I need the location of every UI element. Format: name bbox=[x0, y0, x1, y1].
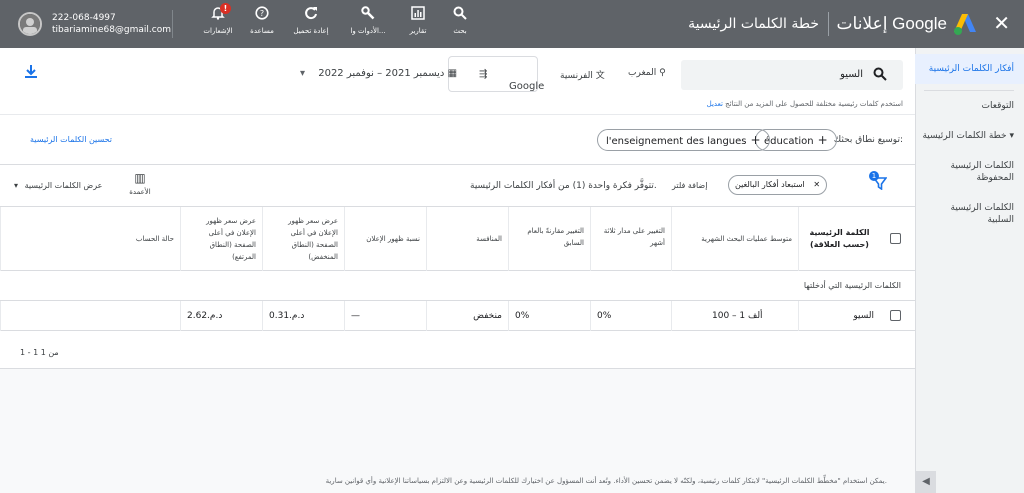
dropdown-arrow-icon: ▾ bbox=[14, 181, 19, 190]
refine-chip-language-teaching[interactable]: l'enseignement des langues + bbox=[597, 129, 770, 151]
google-ads-logo bbox=[954, 14, 976, 35]
cell-competition: منخفض bbox=[426, 301, 508, 331]
sidebar-divider bbox=[924, 90, 1014, 91]
columns-icon: ▥ bbox=[134, 171, 146, 185]
pagination-label: 1 - 1 من 1 bbox=[20, 348, 59, 357]
cell-bid-high: د.م.‏2.62 bbox=[180, 301, 262, 331]
account-email: tibariamine68@gmail.com bbox=[52, 25, 172, 35]
dropdown-arrow-icon: ▾ bbox=[300, 68, 306, 79]
title-divider bbox=[828, 12, 829, 36]
plus-icon: + bbox=[750, 133, 761, 147]
notifications-label: الإشعارات bbox=[203, 27, 233, 35]
date-range-selector[interactable]: ▾ ديسمبر 2021 – نوفمبر 2022 ▦ bbox=[300, 68, 457, 79]
refine-label: توسيع نطاق بحثك: bbox=[833, 135, 903, 145]
cell-account-status bbox=[0, 301, 180, 331]
columns-button[interactable]: ▥ الأعمدة bbox=[128, 171, 152, 196]
tools-settings-button[interactable]: الأدوات وا... bbox=[338, 6, 398, 36]
cell-impression-share: — bbox=[344, 301, 426, 331]
download-icon[interactable] bbox=[24, 64, 38, 82]
product-name: إعلانات Google bbox=[836, 14, 947, 33]
page-title: خطة الكلمات الرئيسية bbox=[688, 16, 819, 32]
plus-icon: + bbox=[817, 133, 828, 147]
footer-disclaimer: يمكن استخدام "مخطِّط الكلمات الرئيسية" ل… bbox=[325, 477, 887, 485]
edit-link[interactable]: تعديل bbox=[707, 100, 723, 108]
chevron-left-icon[interactable]: ◀ bbox=[916, 471, 936, 493]
view-keywords-dropdown[interactable]: ▾ عرض الكلمات الرئيسية bbox=[14, 181, 102, 190]
search-panel: السيو المغرب ⚲ الفرنسية 文 Google ⇶ ▾ ديس… bbox=[0, 48, 915, 166]
sidebar-item-saved-keywords[interactable]: الكلمات الرئيسية المحفوظة bbox=[924, 160, 1014, 184]
calendar-icon: ▦ bbox=[447, 68, 458, 79]
language-label: الفرنسية bbox=[560, 71, 593, 81]
close-icon[interactable]: ✕ bbox=[813, 180, 820, 189]
cell-keyword: السيو bbox=[798, 301, 880, 331]
close-icon[interactable]: ✕ bbox=[993, 13, 1010, 33]
location-label: المغرب bbox=[628, 68, 657, 78]
sidebar-item-keyword-ideas[interactable]: أفكار الكلمات الرئيسية bbox=[915, 54, 1024, 84]
search-icon bbox=[873, 67, 887, 84]
top-bar: ✕ إعلانات Google خطة الكلمات الرئيسية بح… bbox=[0, 0, 1024, 48]
header-yoy-change[interactable]: التغيير مقارنةً بالعام السابق bbox=[508, 207, 590, 271]
exclude-adult-chip[interactable]: استبعاد أفكار البالغين ✕ bbox=[728, 175, 828, 195]
location-pin-icon: ⚲ bbox=[659, 68, 666, 78]
cell-avg-searches: 100 – 1 ألف bbox=[671, 301, 798, 331]
avatar[interactable] bbox=[18, 12, 42, 36]
sidebar-item-keyword-plan-label: خطة الكلمات الرئيسية bbox=[922, 131, 1007, 141]
keyword-ideas-table: 1 استبعاد أفكار البالغين ✕ إضافة فلتر تت… bbox=[0, 164, 915, 369]
notifications-button[interactable]: ! الإشعارات bbox=[188, 3, 248, 36]
header-bid-high[interactable]: عرض سعر ظهور الإعلان في أعلى الصفحة (الن… bbox=[180, 207, 262, 271]
filter-bar: 1 استبعاد أفكار البالغين ✕ إضافة فلتر تت… bbox=[0, 165, 915, 207]
chip-label: l'enseignement des langues bbox=[606, 136, 747, 147]
refine-row: توسيع نطاق بحثك: éducation + l'enseigneme… bbox=[0, 114, 915, 162]
account-id: 222-068-4997 bbox=[52, 13, 116, 23]
caret-down-icon: ▾ bbox=[1009, 131, 1014, 141]
location-selector[interactable]: المغرب ⚲ bbox=[628, 68, 666, 78]
select-all-checkbox[interactable] bbox=[890, 233, 901, 244]
header-impression-share[interactable]: نسبة ظهور الإعلان bbox=[344, 207, 426, 271]
results-summary: تتوفَّر فكرة واحدة (1) من أفكار الكلمات … bbox=[470, 181, 657, 191]
search-engine-label: Google ⇶ bbox=[479, 69, 545, 92]
columns-label: الأعمدة bbox=[129, 188, 151, 196]
language-selector[interactable]: الفرنسية 文 bbox=[560, 68, 605, 81]
search-hint: استخدم كلمات رئيسية مختلفة للحصول على ال… bbox=[707, 100, 903, 108]
refine-keywords-link[interactable]: تحسين الكلمات الرئيسية bbox=[30, 135, 112, 144]
cell-three-month-change: 0% bbox=[590, 301, 671, 331]
header-competition[interactable]: المنافسة bbox=[426, 207, 508, 271]
search-query: السيو bbox=[840, 69, 863, 80]
header-keyword[interactable]: الكلمة الرئيسية (حسب العلاقة) bbox=[798, 207, 880, 271]
chip-label: éducation bbox=[764, 136, 814, 147]
group-label: الكلمات الرئيسية التي أدخلتها bbox=[803, 281, 901, 290]
search-engine-selector[interactable]: Google ⇶ bbox=[448, 56, 545, 92]
header-account-status[interactable]: حالة الحساب bbox=[0, 207, 180, 271]
account-info[interactable]: 222-068-4997 tibariamine68@gmail.com bbox=[52, 12, 171, 36]
toolbar-divider bbox=[172, 10, 173, 38]
group-header-row: الكلمات الرئيسية التي أدخلتها bbox=[0, 271, 915, 301]
table-row: السيو 100 – 1 ألف 0% 0% منخفض — د.م.‏0.3… bbox=[0, 301, 915, 331]
main-content: السيو المغرب ⚲ الفرنسية 文 Google ⇶ ▾ ديس… bbox=[0, 48, 915, 493]
header-bid-low[interactable]: عرض سعر ظهور الإعلان في أعلى الصفحة (الن… bbox=[262, 207, 344, 271]
header-three-month-change[interactable]: التغيير على مدار ثلاثة أشهر bbox=[590, 207, 671, 271]
sidebar-item-negative-keywords[interactable]: الكلمات الرئيسية السلبية bbox=[924, 202, 1014, 226]
cell-bid-low: د.م.‏0.31 bbox=[262, 301, 344, 331]
sidebar-item-forecasts[interactable]: التوقعات bbox=[924, 100, 1014, 112]
tools-settings-label: الأدوات وا... bbox=[350, 27, 386, 35]
sidebar: أفكار الكلمات الرئيسية التوقعات خطة الكل… bbox=[915, 48, 1024, 493]
cell-yoy-change: 0% bbox=[508, 301, 590, 331]
date-range-label: ديسمبر 2021 – نوفمبر 2022 bbox=[318, 68, 445, 79]
search-hint-text: استخدم كلمات رئيسية مختلفة للحصول على ال… bbox=[725, 100, 903, 108]
header-avg-searches[interactable]: متوسط عمليات البحث الشهرية bbox=[671, 207, 798, 271]
add-filter-button[interactable]: إضافة فلتر bbox=[672, 181, 707, 190]
svg-text:?: ? bbox=[260, 9, 264, 18]
table-header: الكلمة الرئيسية (حسب العلاقة) متوسط عملي… bbox=[0, 207, 915, 271]
exclude-chip-label: استبعاد أفكار البالغين bbox=[735, 180, 805, 189]
search-input[interactable]: السيو bbox=[681, 60, 903, 90]
notification-badge: ! bbox=[220, 3, 231, 14]
view-keywords-label: عرض الكلمات الرئيسية bbox=[24, 181, 103, 190]
wrench-icon bbox=[338, 6, 398, 24]
sidebar-item-keyword-plan[interactable]: خطة الكلمات الرئيسية ▾ bbox=[914, 130, 1014, 142]
row-checkbox[interactable] bbox=[890, 310, 901, 321]
translate-icon: 文 bbox=[595, 71, 605, 81]
filter-count-badge: 1 bbox=[869, 171, 879, 181]
bell-icon bbox=[188, 6, 248, 24]
